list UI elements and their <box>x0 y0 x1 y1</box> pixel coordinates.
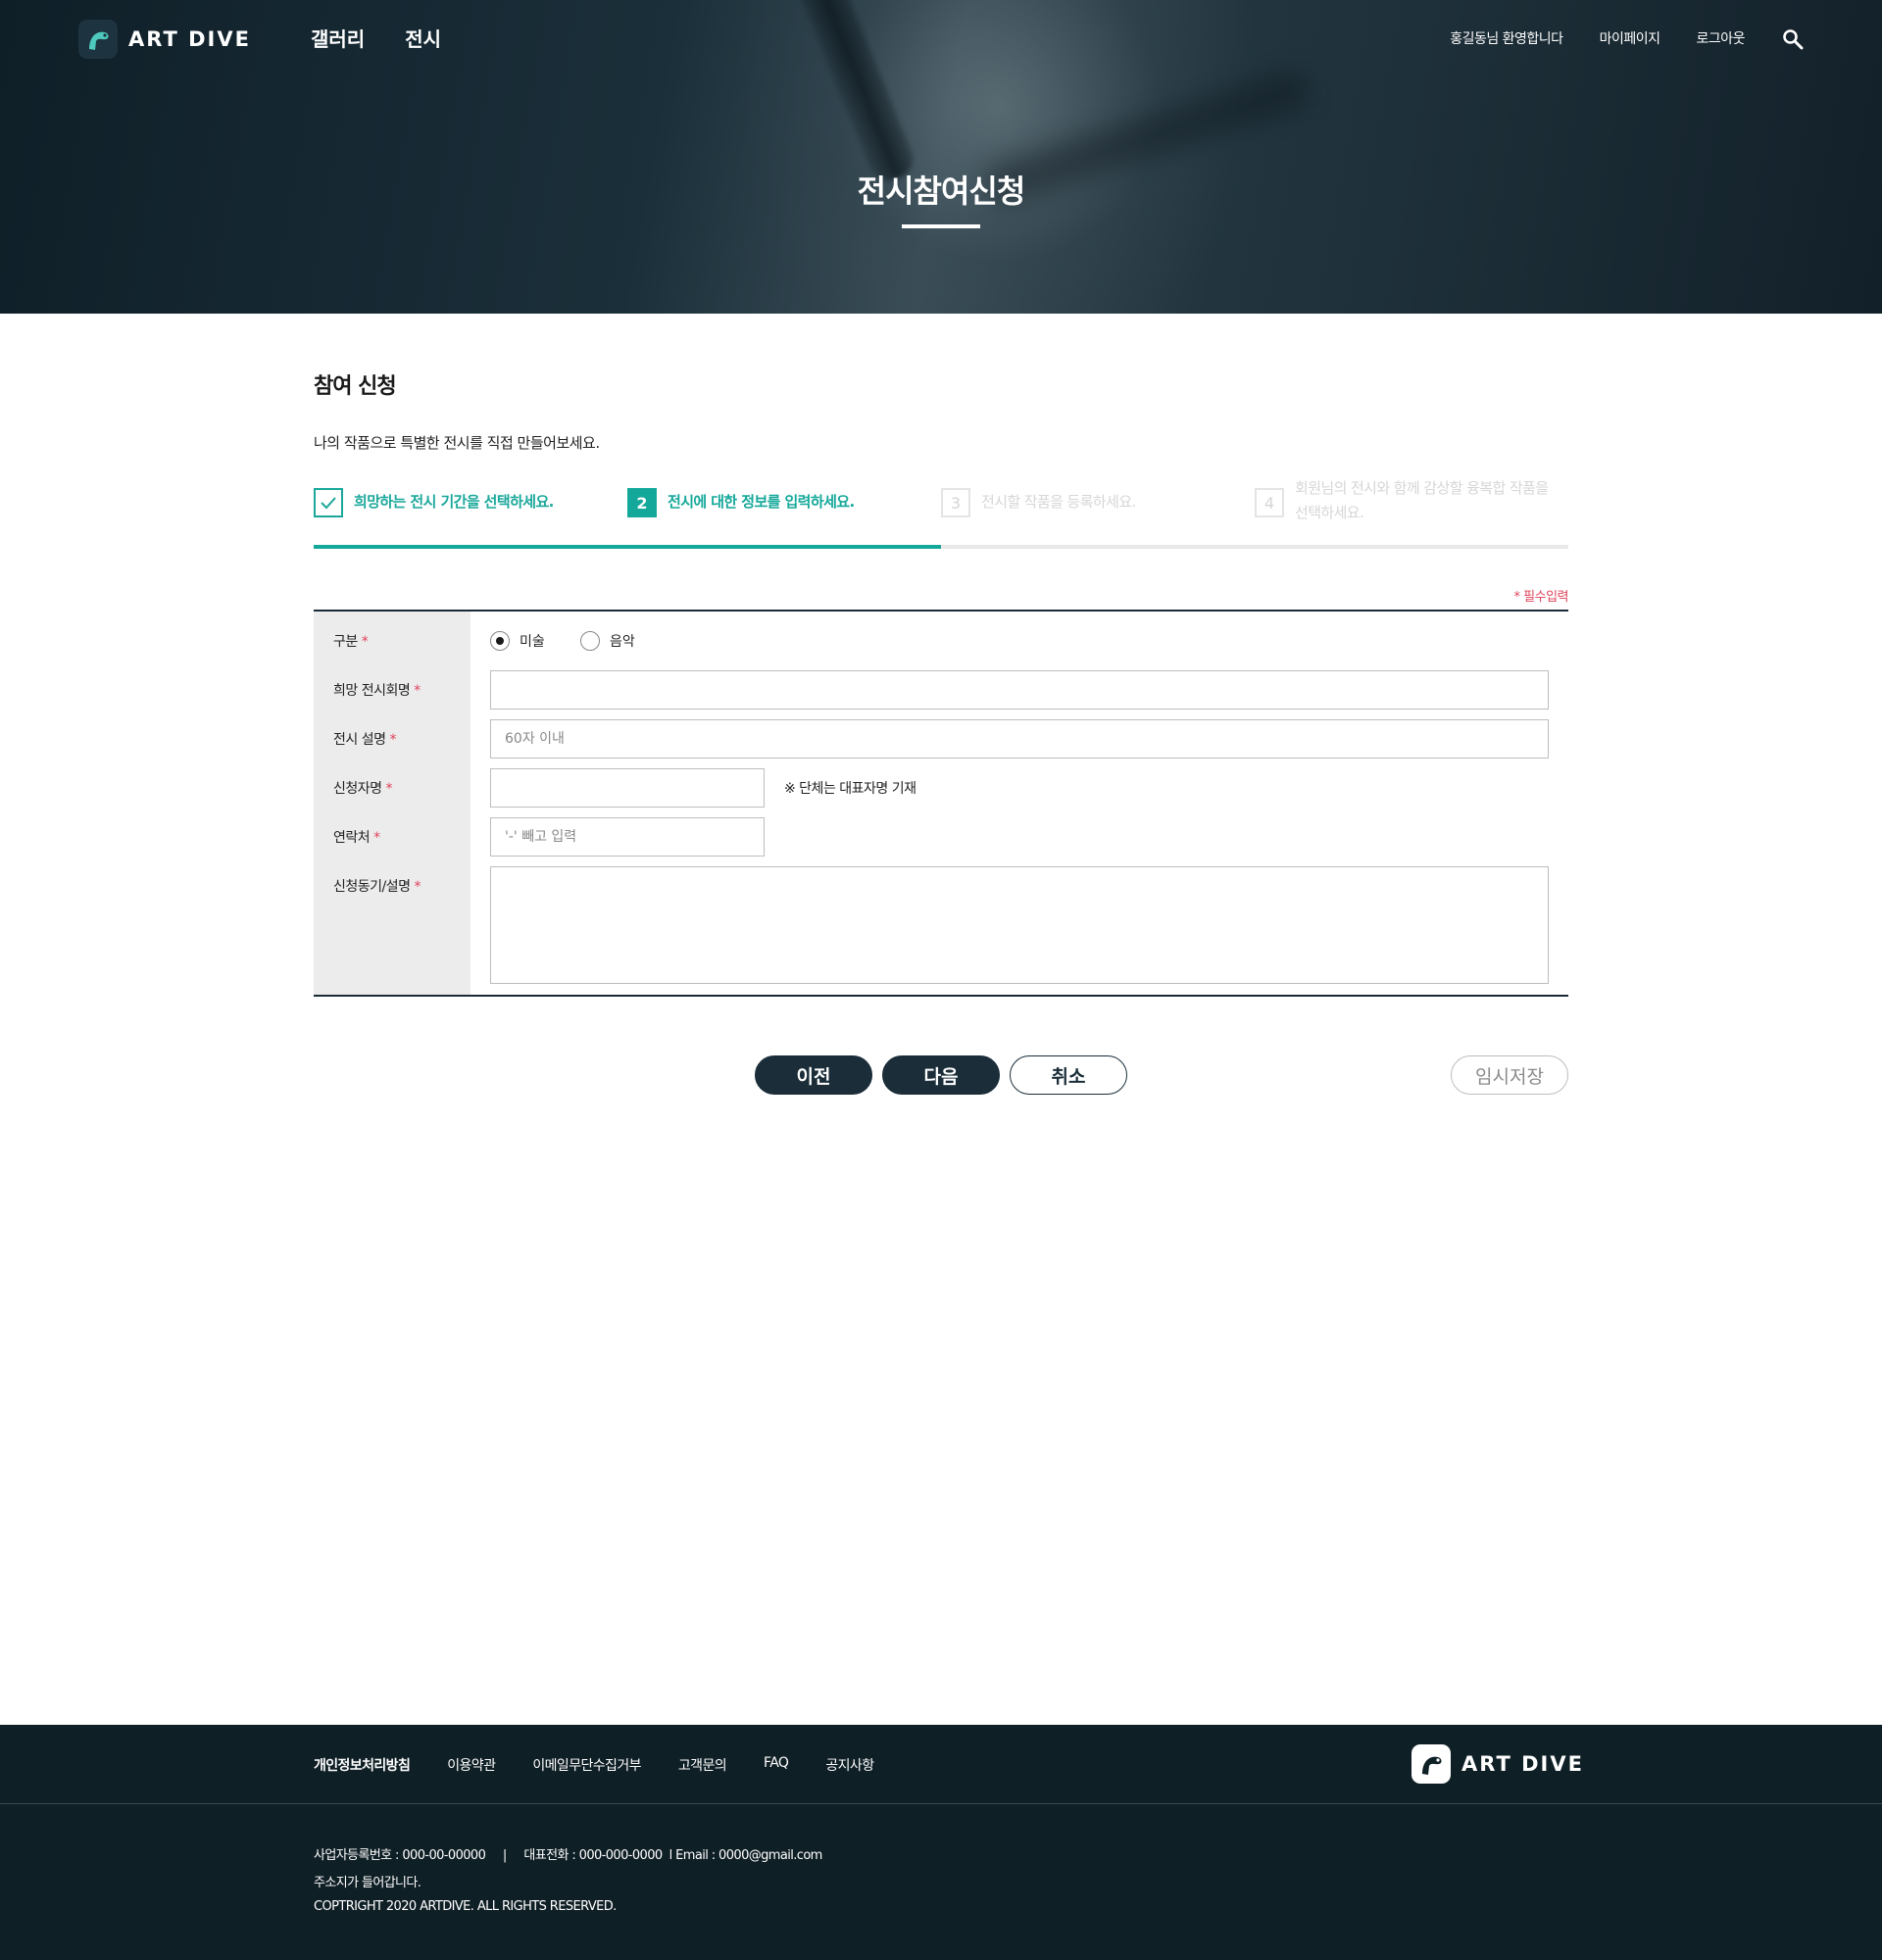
nav-exhibition[interactable]: 전시 <box>405 24 441 52</box>
radio-music[interactable]: 음악 <box>580 631 635 651</box>
footer-link-email-refusal[interactable]: 이메일무단수집거부 <box>532 1755 641 1775</box>
step-4-number: 4 <box>1255 488 1284 517</box>
motivation-label: 신청동기/설명 * <box>333 879 421 895</box>
radio-art-circle[interactable] <box>490 631 510 651</box>
footer-links: 개인정보처리방침 이용약관 이메일무단수집거부 고객문의 FAQ 공지사항 <box>314 1755 911 1775</box>
step-progress-fill <box>314 545 941 549</box>
footer-business-info: 사업자등록번호 : 000-00-00000 | 대표전화 : 000-000-… <box>314 1848 822 1863</box>
save-draft-button[interactable]: 임시저장 <box>1451 1055 1568 1095</box>
hero-title-underline <box>902 224 980 228</box>
step-1[interactable]: 희망하는 전시 기간을 선택하세요. <box>314 488 627 517</box>
search-icon[interactable] <box>1782 28 1804 50</box>
footer-logo[interactable]: ART DIVE <box>1412 1744 1584 1784</box>
nav-gallery[interactable]: 갤러리 <box>311 24 365 52</box>
logo-icon <box>78 20 118 59</box>
footer: 개인정보처리방침 이용약관 이메일무단수집거부 고객문의 FAQ 공지사항 AR… <box>0 1725 1882 1960</box>
contact-input[interactable] <box>490 817 765 857</box>
next-button[interactable]: 다음 <box>882 1055 1000 1095</box>
main-nav: 갤러리 전시 <box>311 24 441 52</box>
page-description: 나의 작품으로 특별한 전시를 직접 만들어보세요. <box>314 434 600 452</box>
page-title: 참여 신청 <box>314 374 397 399</box>
exhibition-desc-input[interactable] <box>490 719 1549 759</box>
step-3-label: 전시할 작품을 등록하세요. <box>981 493 1136 511</box>
application-form: 구분 * 희망 전시회명 * 전시 설명 * 신청자명 * 연락처 * 신청동기/설명 * … <box>314 610 1568 997</box>
category-label: 구분 * <box>333 634 369 650</box>
welcome-text: 홍길동님 환영합니다 <box>1450 31 1563 47</box>
cancel-button[interactable]: 취소 <box>1010 1055 1127 1095</box>
step-4[interactable]: 4 회원님의 전시와 함께 감상할 융복합 작품을 선택하세요. <box>1255 479 1568 525</box>
hero-title: 전시참여신청 <box>857 172 1026 210</box>
radio-art-label: 미술 <box>520 634 545 650</box>
exhibition-name-input[interactable] <box>490 670 1549 710</box>
exhibition-name-label: 희망 전시회명 * <box>333 683 421 699</box>
utility-nav: 홍길동님 환영합니다 마이페이지 로그아웃 <box>1450 28 1745 48</box>
contact-label: 연락처 * <box>333 830 380 846</box>
footer-copyright: COPTRIGHT 2020 ARTDIVE. ALL RIGHTS RESER… <box>314 1899 617 1914</box>
footer-link-privacy[interactable]: 개인정보처리방침 <box>314 1755 411 1775</box>
step-3-number: 3 <box>941 488 970 517</box>
step-2-number: 2 <box>627 488 657 517</box>
radio-music-label: 음악 <box>610 634 635 650</box>
footer-link-terms[interactable]: 이용약관 <box>447 1755 496 1775</box>
step-1-label: 희망하는 전시 기간을 선택하세요. <box>354 493 554 511</box>
step-2-label: 전시에 대한 정보를 입력하세요. <box>668 493 855 511</box>
applicant-hint: ※ 단체는 대표자명 기재 <box>784 781 916 797</box>
step-4-label: 회원님의 전시와 함께 감상할 융복합 작품을 선택하세요. <box>1295 479 1549 521</box>
motivation-textarea[interactable] <box>490 866 1549 984</box>
radio-music-circle[interactable] <box>580 631 600 651</box>
logo-text: ART DIVE <box>128 27 251 51</box>
logout-link[interactable]: 로그아웃 <box>1696 28 1745 48</box>
radio-art[interactable]: 미술 <box>490 631 545 651</box>
form-label-column <box>314 612 470 995</box>
footer-logo-text: ART DIVE <box>1461 1752 1584 1776</box>
header-logo[interactable]: ART DIVE <box>78 20 251 59</box>
applicant-label: 신청자명 * <box>333 781 393 797</box>
prev-button[interactable]: 이전 <box>755 1055 872 1095</box>
check-icon <box>314 488 343 517</box>
footer-link-faq[interactable]: FAQ <box>764 1755 789 1775</box>
step-2[interactable]: 2 전시에 대한 정보를 입력하세요. <box>627 488 941 517</box>
footer-link-notice[interactable]: 공지사항 <box>825 1755 874 1775</box>
step-indicator: 희망하는 전시 기간을 선택하세요. 2 전시에 대한 정보를 입력하세요. 3… <box>314 479 1568 549</box>
footer-divider <box>0 1803 1882 1804</box>
footer-address: 주소지가 들어갑니다. <box>314 1876 421 1890</box>
required-note: * 필수입력 <box>1513 590 1569 605</box>
applicant-name-input[interactable] <box>490 768 765 808</box>
step-3[interactable]: 3 전시할 작품을 등록하세요. <box>941 488 1255 517</box>
mypage-link[interactable]: 마이페이지 <box>1600 28 1660 48</box>
footer-link-contact[interactable]: 고객문의 <box>678 1755 727 1775</box>
exhibition-desc-label: 전시 설명 * <box>333 732 396 748</box>
footer-logo-icon <box>1412 1744 1451 1784</box>
